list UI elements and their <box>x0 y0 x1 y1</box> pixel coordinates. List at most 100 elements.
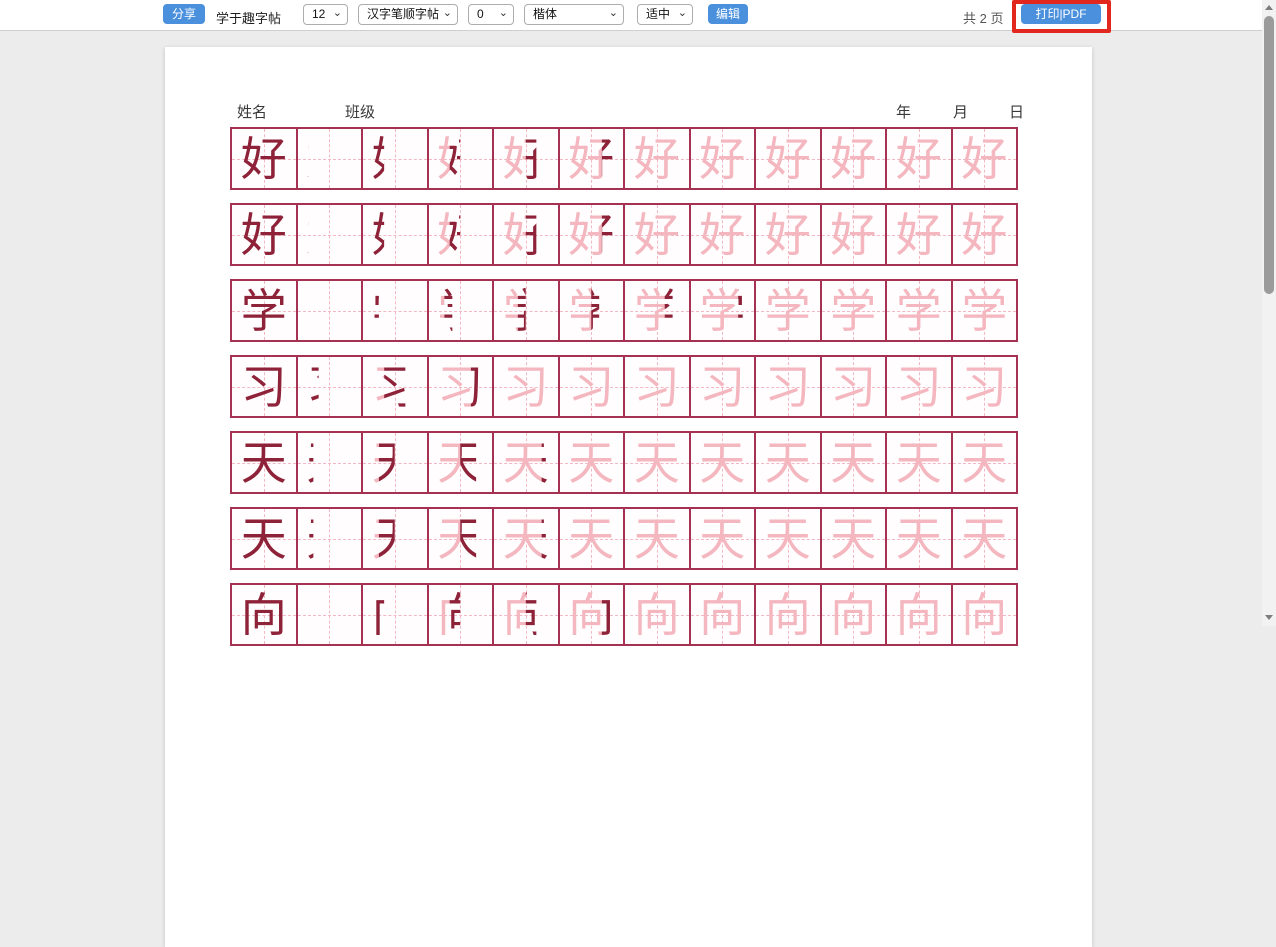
hanzi-glyph: 好 <box>363 129 427 188</box>
hanzi-glyph: 习 <box>560 357 624 416</box>
stroke-step-cell: 学学 <box>754 281 820 340</box>
stroke-step-cell: 学学 <box>492 281 558 340</box>
trace-cell: 学 <box>951 281 1017 340</box>
hanzi-glyph: 天 <box>887 509 951 568</box>
font-size-select[interactable]: 12 <box>303 4 348 25</box>
trace-cell: 好 <box>951 205 1017 264</box>
hanzi-glyph: 天 <box>560 433 624 492</box>
hanzi-glyph: 天 <box>756 433 820 492</box>
share-button[interactable]: 分享 <box>163 4 205 24</box>
chevron-down-icon <box>678 5 687 22</box>
stroke-step-cell: 好好 <box>492 205 558 264</box>
hanzi-glyph: 向 <box>953 585 1017 644</box>
font-size-value: 12 <box>312 7 325 21</box>
hanzi-glyph: 天 <box>691 509 755 568</box>
hanzi-glyph: 好 <box>887 129 951 188</box>
hanzi-glyph: 好 <box>953 129 1017 188</box>
trace-cell: 天 <box>623 509 689 568</box>
chevron-down-icon <box>333 5 342 22</box>
stroke-model-cell: 学 <box>232 281 296 340</box>
hanzi-glyph: 好 <box>298 205 362 264</box>
hanzi-glyph: 学 <box>232 281 296 340</box>
hanzi-glyph: 天 <box>232 509 296 568</box>
trace-cell: 向 <box>754 585 820 644</box>
hanzi-glyph: 天 <box>756 509 820 568</box>
stroke-step-cell: 好好 <box>558 129 624 188</box>
hanzi-glyph: 天 <box>560 509 624 568</box>
hanzi-glyph: 学 <box>363 281 427 340</box>
print-pdf-button[interactable]: 打印|PDF <box>1021 4 1101 24</box>
density-value: 适中 <box>646 7 670 21</box>
stroke-step-cell: 天 <box>296 433 362 492</box>
hanzi-glyph: 好 <box>887 205 951 264</box>
hanzi-glyph: 天 <box>298 433 362 492</box>
hanzi-glyph: 好 <box>560 205 624 264</box>
stroke-step-cell: 天天 <box>492 509 558 568</box>
trace-cell: 习 <box>492 357 558 416</box>
hanzi-glyph: 好 <box>953 205 1017 264</box>
hanzi-glyph: 好 <box>756 129 820 188</box>
stroke-step-cell: 好好 <box>623 205 689 264</box>
hanzi-glyph: 习 <box>232 357 296 416</box>
edit-button[interactable]: 编辑 <box>708 4 748 24</box>
stroke-model-cell: 好 <box>232 129 296 188</box>
hanzi-glyph: 好 <box>822 129 886 188</box>
trace-cell: 好 <box>754 129 820 188</box>
trace-cell: 好 <box>885 205 951 264</box>
hanzi-glyph: 习 <box>756 357 820 416</box>
trace-cell: 天 <box>754 433 820 492</box>
hanzi-glyph: 好 <box>429 205 493 264</box>
stroke-step-cell: 好好 <box>623 129 689 188</box>
font-select[interactable]: 楷体 <box>524 4 624 25</box>
stroke-step-cell: 好好 <box>427 205 493 264</box>
trace-cell: 天 <box>623 433 689 492</box>
scroll-down-icon[interactable] <box>1265 615 1273 620</box>
hanzi-glyph: 天 <box>691 433 755 492</box>
trace-cell: 习 <box>885 357 951 416</box>
hanzi-glyph: 天 <box>298 509 362 568</box>
stroke-step-cell: 天 <box>296 509 362 568</box>
hanzi-glyph: 天 <box>232 433 296 492</box>
hanzi-glyph: 向 <box>887 585 951 644</box>
hanzi-glyph: 习 <box>691 357 755 416</box>
scrollbar-thumb[interactable] <box>1264 16 1274 294</box>
stroke-step-cell: 学学 <box>361 281 427 340</box>
practice-row: 习习习习习习习习习习习习习习 <box>230 355 1018 418</box>
scroll-up-icon[interactable] <box>1265 5 1273 10</box>
stroke-step-cell: 习习 <box>361 357 427 416</box>
stroke-step-cell: 好好 <box>361 129 427 188</box>
trace-cell: 习 <box>951 357 1017 416</box>
trace-cell: 天 <box>951 509 1017 568</box>
trace-cell: 向 <box>820 585 886 644</box>
trace-cell: 好 <box>885 129 951 188</box>
stroke-offset-select[interactable]: 0 <box>468 4 514 25</box>
hanzi-glyph: 学 <box>494 281 558 340</box>
stroke-step-cell: 好 <box>296 205 362 264</box>
stroke-step-cell: 向向 <box>361 585 427 644</box>
hanzi-glyph: 习 <box>822 357 886 416</box>
stroke-model-cell: 天 <box>232 433 296 492</box>
scrollbar[interactable] <box>1262 0 1276 626</box>
sheet-type-select[interactable]: 汉字笔顺字帖 <box>358 4 458 25</box>
density-select[interactable]: 适中 <box>637 4 693 25</box>
stroke-model-cell: 向 <box>232 585 296 644</box>
hanzi-glyph: 好 <box>429 129 493 188</box>
hanzi-glyph: 学 <box>822 281 886 340</box>
trace-cell: 天 <box>558 509 624 568</box>
class-label: 班级 <box>345 101 375 122</box>
hanzi-glyph: 好 <box>691 205 755 264</box>
stroke-step-cell: 向向 <box>427 585 493 644</box>
hanzi-glyph: 好 <box>298 129 362 188</box>
hanzi-glyph: 向 <box>298 585 362 644</box>
hanzi-glyph: 习 <box>494 357 558 416</box>
trace-cell: 天 <box>885 433 951 492</box>
hanzi-glyph: 向 <box>560 585 624 644</box>
hanzi-glyph: 向 <box>691 585 755 644</box>
hanzi-glyph: 习 <box>953 357 1017 416</box>
day-label: 日 <box>1009 101 1024 122</box>
trace-cell: 天 <box>754 509 820 568</box>
trace-cell: 好 <box>689 129 755 188</box>
trace-cell: 好 <box>951 129 1017 188</box>
stroke-step-cell: 学学 <box>623 281 689 340</box>
stroke-step-cell: 好好 <box>427 129 493 188</box>
